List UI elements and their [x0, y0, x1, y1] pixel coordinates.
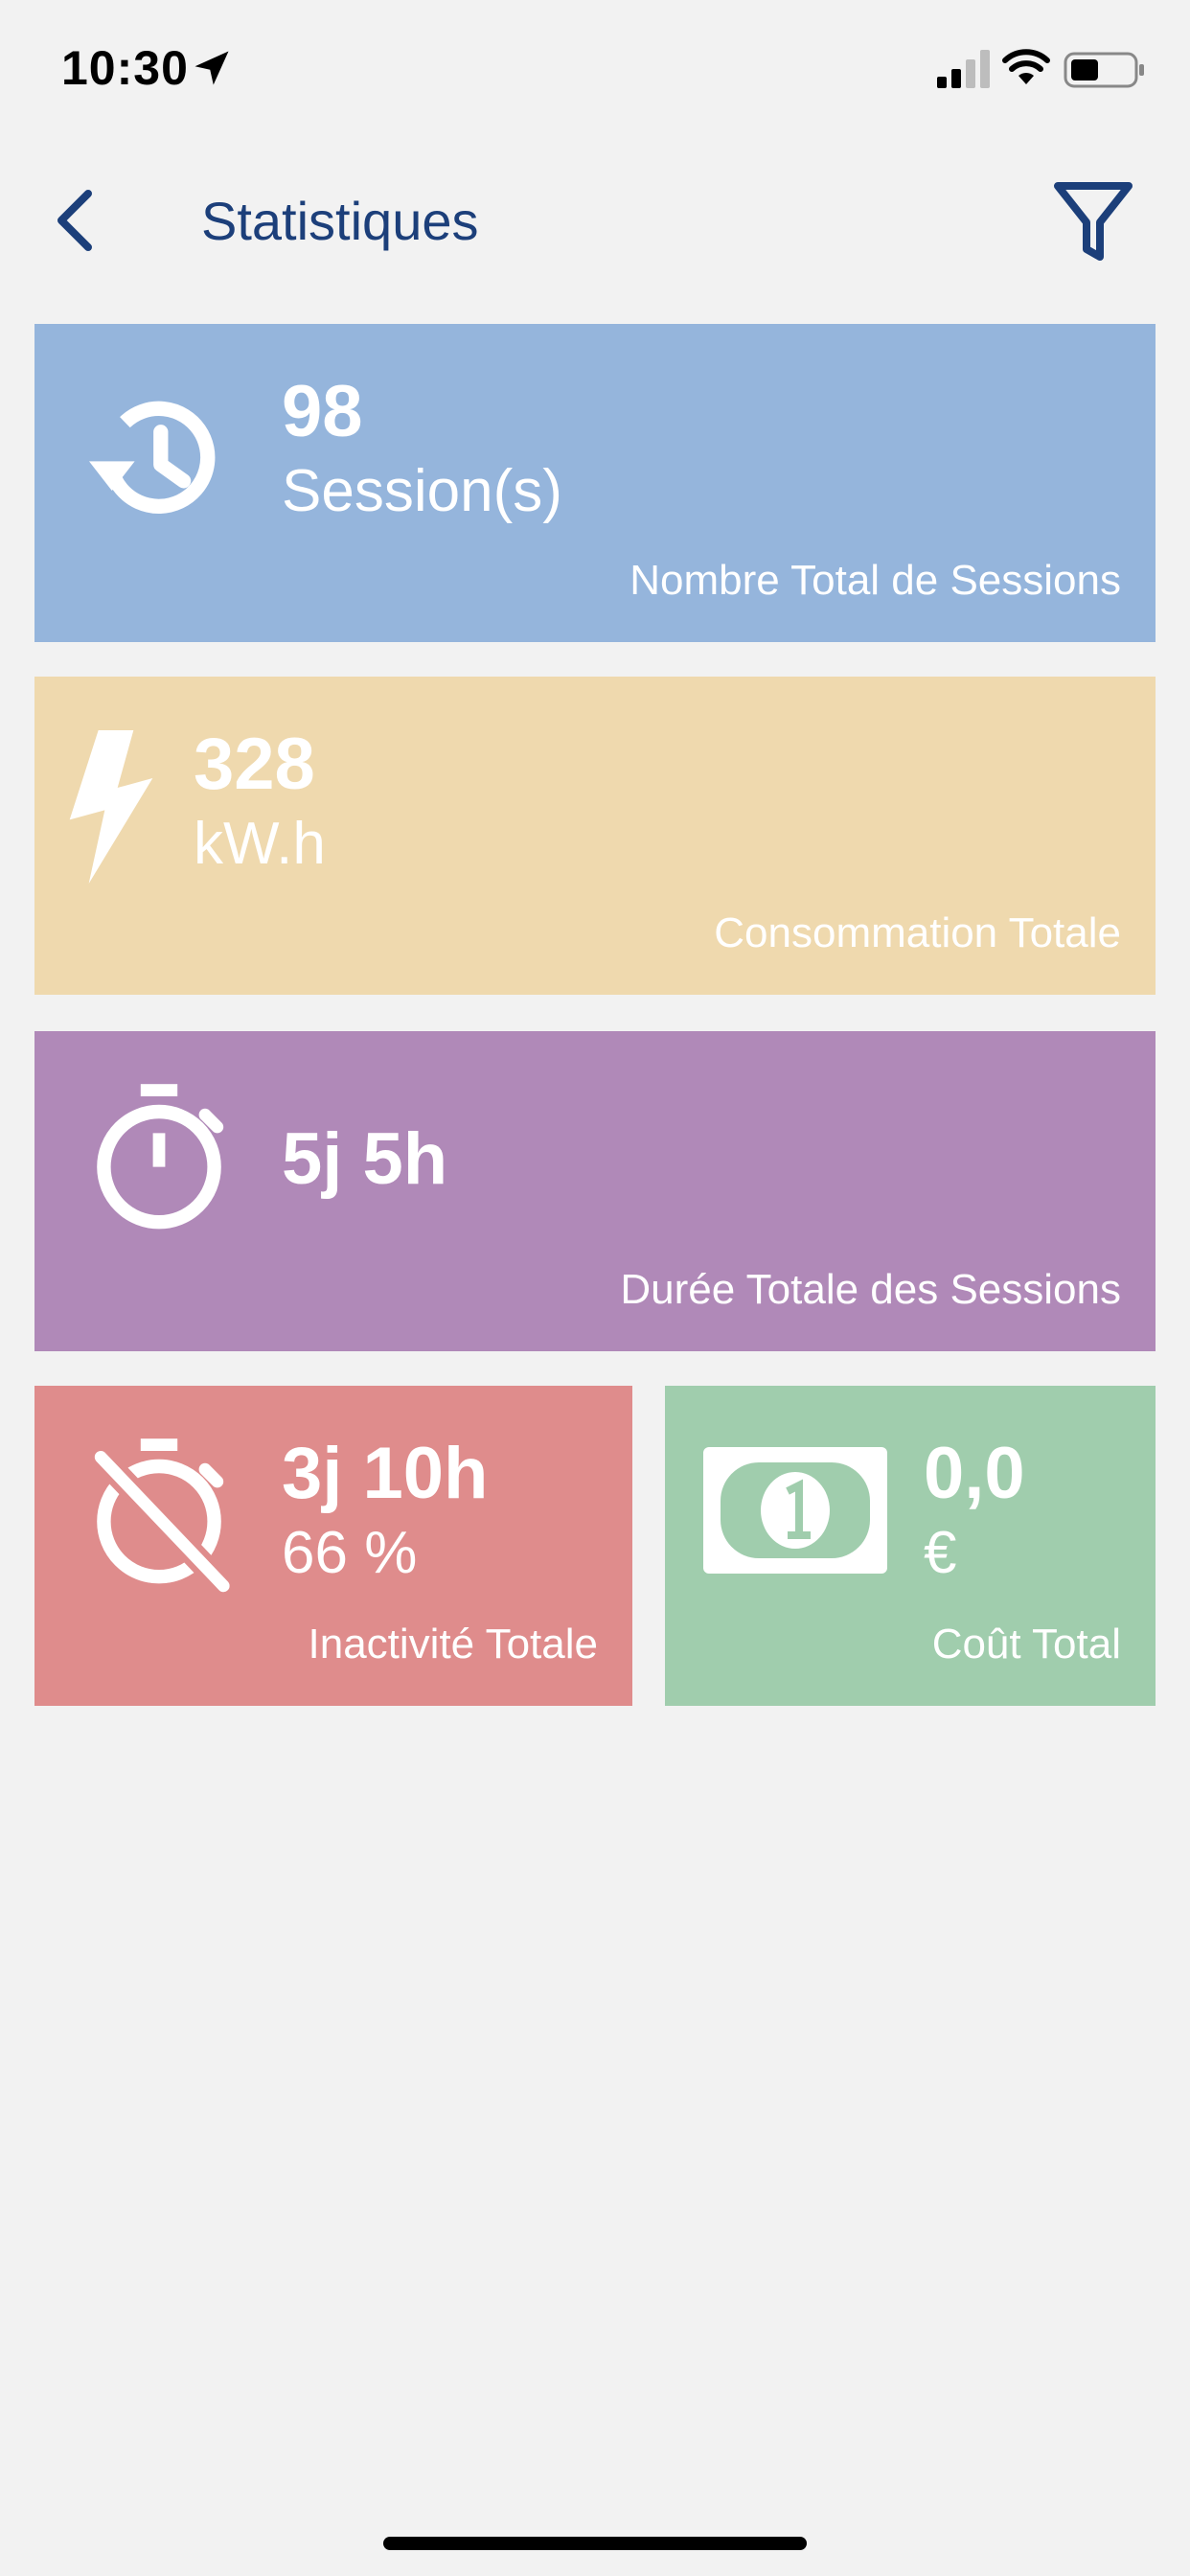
consumption-label: Consommation Totale — [714, 909, 1121, 956]
cost-label: Coût Total — [931, 1621, 1121, 1668]
duration-value: 5j 5h — [282, 1118, 448, 1200]
duration-card[interactable]: 5j 5h Durée Totale des Sessions — [34, 1031, 1156, 1351]
lightning-icon — [69, 730, 153, 884]
stopwatch-icon — [97, 1084, 224, 1230]
sessions-label: Nombre Total de Sessions — [629, 557, 1121, 604]
sessions-unit: Session(s) — [282, 458, 562, 524]
battery-icon — [1064, 52, 1144, 88]
cost-card[interactable]: 0,0 € Coût Total — [665, 1386, 1156, 1706]
consumption-unit: kW.h — [194, 811, 326, 877]
cellular-signal-icon — [937, 50, 990, 88]
inactivity-card[interactable]: 3j 10h 66 % Inactivité Totale — [34, 1386, 632, 1706]
status-time: 10:30 — [61, 41, 189, 95]
page-title: Statistiques — [201, 191, 479, 251]
home-indicator[interactable] — [383, 2537, 807, 2550]
location-arrow-icon — [195, 51, 229, 85]
navigation-bar: Statistiques — [0, 163, 1190, 278]
history-icon — [89, 401, 216, 514]
inactivity-value: 3j 10h — [282, 1433, 489, 1514]
cost-value: 0,0 — [924, 1433, 1025, 1514]
sessions-card[interactable]: 98 Session(s) Nombre Total de Sessions — [34, 324, 1156, 642]
sessions-value: 98 — [282, 371, 363, 452]
consumption-value: 328 — [194, 724, 315, 805]
duration-label: Durée Totale des Sessions — [620, 1266, 1121, 1313]
banknote-icon — [703, 1447, 887, 1574]
inactivity-percent: 66 % — [282, 1520, 418, 1586]
inactivity-label: Inactivité Totale — [308, 1621, 598, 1668]
back-button[interactable] — [42, 182, 119, 259]
filter-button[interactable] — [1050, 176, 1136, 268]
status-bar: 10:30 — [0, 0, 1190, 144]
cost-currency: € — [924, 1520, 957, 1586]
wifi-icon — [1002, 49, 1050, 84]
stopwatch-off-icon — [91, 1438, 233, 1595]
consumption-card[interactable]: 328 kW.h Consommation Totale — [34, 677, 1156, 995]
